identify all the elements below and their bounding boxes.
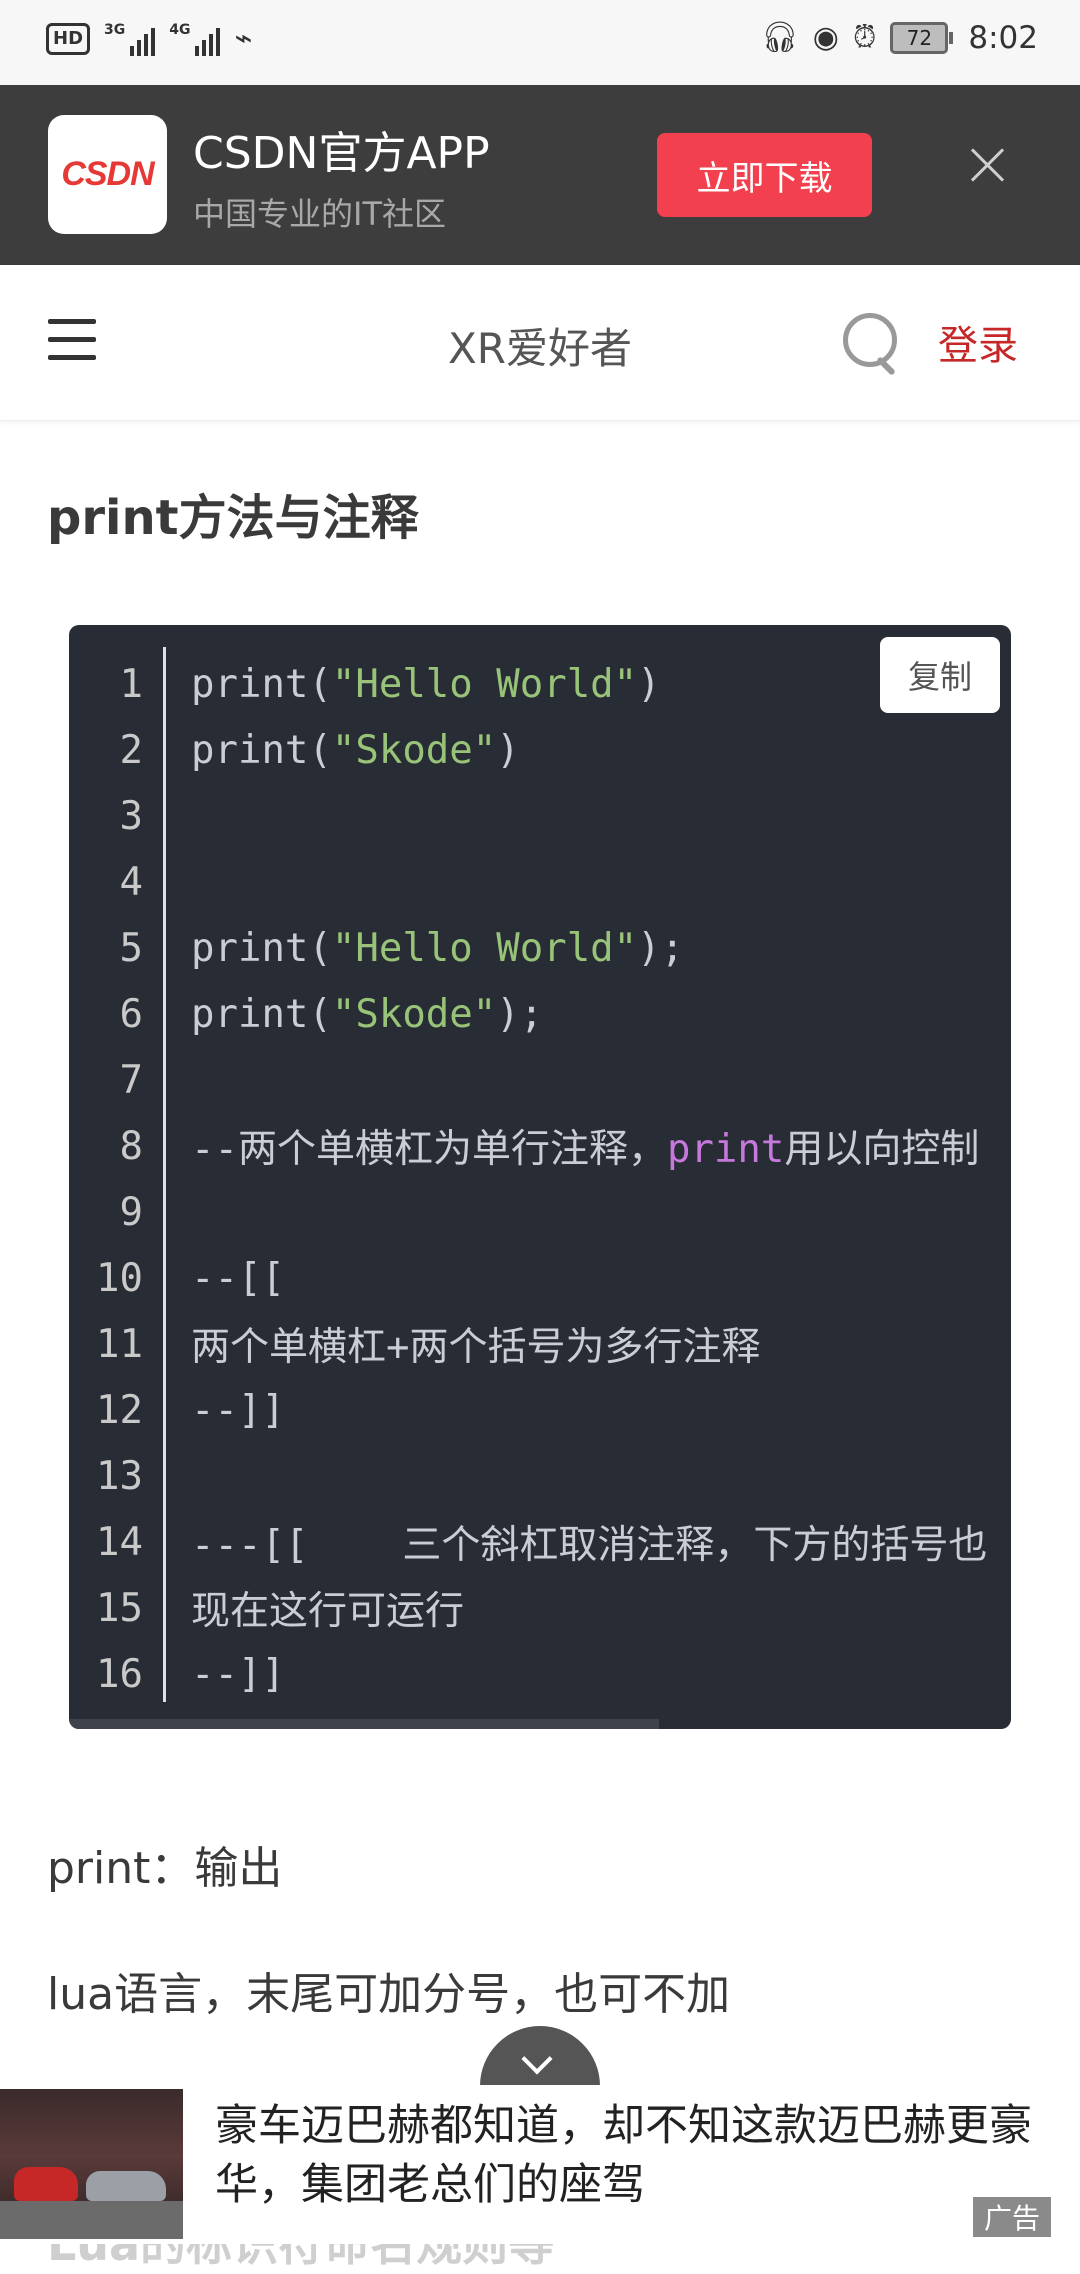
article-title: print方法与注释 [47, 490, 419, 546]
line-number: 8 [119, 1123, 143, 1169]
code-text: --[[ [191, 1255, 285, 1301]
code-text: ---[[ 三个斜杠取消注释，下方的括号也 [191, 1523, 988, 1568]
code-line: 2 print("Skode") [69, 717, 1011, 783]
code-line: 5 print("Hello World"); [69, 915, 1011, 981]
paragraph-semicolon: lua语言，末尾可加分号，也可不加 [47, 1969, 731, 2020]
code-line: 3 [69, 783, 1011, 849]
line-number: 1 [119, 661, 143, 707]
blog-title[interactable]: XR爱好者 [0, 315, 1080, 376]
code-line: 7 [69, 1047, 1011, 1113]
ad-headline[interactable]: 豪车迈巴赫都知道，却不知这款迈巴赫更豪华，集团老总们的座驾 [215, 2097, 1045, 2215]
code-line: 15 现在这行可运行 [69, 1575, 1011, 1641]
line-number: 9 [119, 1189, 143, 1235]
code-line: 14 ---[[ 三个斜杠取消注释，下方的括号也 [69, 1509, 1011, 1575]
code-line: 8 --两个单横杠为单行注释，print用以向控制 [69, 1113, 1011, 1179]
code-line: 1 print("Hello World") [69, 651, 1011, 717]
status-left: HD 3G 4G ⌁ [46, 22, 253, 56]
code-line: 9 [69, 1179, 1011, 1245]
code-lines: 1 print("Hello World") 2 print("Skode") 3 4 5 p… [69, 651, 1011, 1707]
horizontal-scrollbar[interactable] [69, 1719, 659, 1729]
line-number: 3 [119, 793, 143, 839]
alarm-icon: ⏰︎ [852, 20, 877, 55]
app-download-banner: CSDN CSDN官方APP 中国专业的IT社区 立即下载 [0, 85, 1080, 265]
line-number: 5 [119, 925, 143, 971]
download-button[interactable]: 立即下载 [657, 133, 872, 217]
code-line: 4 [69, 849, 1011, 915]
search-icon[interactable] [843, 313, 903, 376]
code-text: print("Hello World"); [191, 925, 685, 971]
hd-badge: HD [46, 23, 91, 55]
eye-icon: ◉ [812, 20, 839, 55]
line-number: 12 [96, 1387, 143, 1433]
top-navigation: XR爱好者 登录 [0, 265, 1080, 421]
bottom-ad[interactable]: 豪车迈巴赫都知道，却不知这款迈巴赫更豪华，集团老总们的座驾 广告 [0, 2085, 1080, 2244]
code-block[interactable]: 1 print("Hello World") 2 print("Skode") 3 4 5 p… [69, 625, 1011, 1729]
status-bar: HD 3G 4G ⌁ 🎧︎ ◉ ⏰︎ 72 8:02 [0, 0, 1080, 85]
code-line: 13 [69, 1443, 1011, 1509]
line-number: 6 [119, 991, 143, 1037]
line-number: 14 [96, 1519, 143, 1565]
headset-icon: 🎧︎ [760, 20, 799, 55]
login-link[interactable]: 登录 [938, 313, 1018, 371]
code-text: --]] [191, 1387, 285, 1433]
code-line: 11 两个单横杠+两个括号为多行注释 [69, 1311, 1011, 1377]
ad-image[interactable] [0, 2089, 183, 2239]
code-text: print("Hello World") [191, 661, 661, 707]
code-text: print("Skode"); [191, 991, 544, 1037]
signal-4g-icon: 4G [169, 22, 221, 56]
code-text: print("Skode") [191, 727, 520, 773]
app-subtitle: 中国专业的IT社区 [193, 195, 446, 233]
line-number: 11 [96, 1321, 143, 1367]
line-number: 13 [96, 1453, 143, 1499]
line-number: 16 [96, 1651, 143, 1697]
close-icon[interactable] [966, 143, 1010, 187]
code-line: 16 --]] [69, 1641, 1011, 1707]
copy-button[interactable]: 复制 [880, 637, 1000, 713]
code-text: 现在这行可运行 [191, 1589, 465, 1634]
network-type-label: 3G [104, 22, 126, 38]
clock: 8:02 [968, 20, 1038, 56]
battery-icon: 72 [890, 22, 954, 54]
line-number: 2 [119, 727, 143, 773]
line-number: 10 [96, 1255, 143, 1301]
line-number: 7 [119, 1057, 143, 1103]
ad-badge: 广告 [973, 2197, 1051, 2237]
logo-text: CSDN [61, 155, 154, 193]
code-line: 6 print("Skode"); [69, 981, 1011, 1047]
activity-icon: ⌁ [234, 21, 253, 56]
code-line: 12 --]] [69, 1377, 1011, 1443]
signal-3g-icon: 3G [104, 22, 156, 56]
csdn-logo[interactable]: CSDN [48, 115, 167, 234]
line-number: 15 [96, 1585, 143, 1631]
network-type-label: 4G [169, 22, 191, 38]
code-text: --]] [191, 1651, 285, 1697]
code-text: --两个单横杠为单行注释，print用以向控制 [191, 1127, 980, 1172]
code-text: 两个单横杠+两个括号为多行注释 [191, 1325, 761, 1370]
paragraph-print: print：输出 [47, 1843, 283, 1894]
app-name: CSDN官方APP [193, 128, 490, 179]
line-number: 4 [119, 859, 143, 905]
code-line: 10 --[[ [69, 1245, 1011, 1311]
status-right: 🎧︎ ◉ ⏰︎ 72 8:02 [761, 20, 1038, 56]
